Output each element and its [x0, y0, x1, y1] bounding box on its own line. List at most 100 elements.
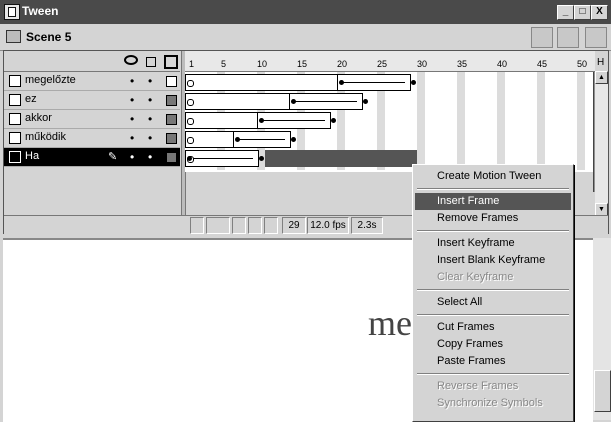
scroll-thumb[interactable]	[594, 370, 611, 412]
frame-rate: 12.0 fps	[307, 217, 349, 234]
modify-markers-icon[interactable]	[264, 217, 278, 234]
menu-item-insert-frame[interactable]: Insert Frame	[415, 193, 571, 210]
layer-row[interactable]: megelőzte • •	[4, 72, 180, 91]
menu-separator	[417, 188, 569, 190]
edit-scene-icon[interactable]	[557, 27, 579, 48]
tween-arrow	[239, 139, 285, 140]
menu-item-cut-frames[interactable]: Cut Frames	[415, 319, 571, 336]
ruler-tick: 1	[189, 59, 195, 69]
frame-column-marker	[577, 72, 585, 170]
timeline-vscroll[interactable]: ▲ ▼	[595, 71, 608, 233]
lock-dot[interactable]: •	[148, 150, 152, 164]
edit-multiple-icon[interactable]	[248, 217, 262, 234]
menu-item-clear-keyframe: Clear Keyframe	[437, 271, 514, 283]
layer-row[interactable]: Ha ✎ • •	[4, 148, 180, 167]
layer-row[interactable]: ez • •	[4, 91, 180, 110]
tween-arrow	[343, 82, 405, 83]
scene-clapper-icon	[6, 30, 21, 43]
eye-icon[interactable]	[124, 55, 138, 65]
minimize-button[interactable]: _	[557, 5, 574, 20]
maximize-button[interactable]: □	[574, 5, 591, 20]
layer-name: működik	[25, 131, 66, 143]
zoom-icon[interactable]	[585, 27, 607, 48]
tween-arrow	[191, 158, 253, 159]
layer-name: megelőzte	[25, 74, 76, 86]
menu-item-paste-frames[interactable]: Paste Frames	[415, 353, 571, 370]
keyframe[interactable]	[339, 80, 344, 85]
keyframe-empty[interactable]	[187, 99, 194, 106]
menu-item-copy-frames[interactable]: Copy Frames	[415, 336, 571, 353]
layer-icon	[9, 113, 21, 125]
visibility-dot[interactable]: •	[130, 93, 134, 107]
onion-outline-icon[interactable]	[232, 217, 246, 234]
visibility-dot[interactable]: •	[130, 74, 134, 88]
keyframe[interactable]	[259, 118, 264, 123]
edit-symbols-icon[interactable]	[531, 27, 553, 48]
outline-square[interactable]	[166, 114, 177, 125]
outline-square[interactable]	[166, 152, 177, 163]
keyframe[interactable]	[363, 99, 368, 104]
title-bar: Tween _ □ X	[0, 0, 611, 24]
keyframe[interactable]	[187, 156, 192, 161]
layer-name: Ha	[25, 150, 40, 162]
center-frame-icon[interactable]	[190, 217, 204, 234]
visibility-dot[interactable]: •	[130, 150, 134, 164]
ruler-tick: 35	[457, 59, 468, 69]
ruler-tick: 5	[221, 59, 227, 69]
onion-skin-icon[interactable]	[206, 217, 230, 234]
scroll-up-icon[interactable]: ▲	[595, 71, 608, 84]
static-frames[interactable]	[185, 74, 339, 91]
ruler-tick: 50	[577, 59, 588, 69]
ruler-tick: 25	[377, 59, 388, 69]
keyframe-empty[interactable]	[187, 137, 194, 144]
lock-dot[interactable]: •	[148, 74, 152, 88]
keyframe[interactable]	[331, 118, 336, 123]
stage-vscroll[interactable]	[593, 238, 611, 420]
ruler-tick: 15	[297, 59, 308, 69]
visibility-dot[interactable]: •	[130, 112, 134, 126]
frame-ruler[interactable]: 1 5 10 15 20 25 30 35 40 45 50	[185, 51, 595, 72]
ruler-tick: 30	[417, 59, 428, 69]
layer-header	[4, 51, 180, 72]
static-frames[interactable]	[185, 93, 291, 110]
keyframe[interactable]	[291, 137, 296, 142]
pencil-icon: ✎	[108, 151, 118, 163]
lock-dot[interactable]: •	[148, 93, 152, 107]
app-icon	[4, 4, 20, 20]
visibility-dot[interactable]: •	[130, 131, 134, 145]
menu-separator	[417, 289, 569, 291]
keyframe-empty[interactable]	[187, 80, 194, 87]
frame-column-marker	[497, 72, 505, 170]
keyframe-empty[interactable]	[187, 118, 194, 125]
close-button[interactable]: X	[591, 5, 608, 20]
layer-row[interactable]: akkor • •	[4, 110, 180, 129]
frame-column-marker	[537, 72, 545, 170]
selected-frames[interactable]	[265, 150, 417, 167]
ruler-tick: 40	[497, 59, 508, 69]
keyframe[interactable]	[291, 99, 296, 104]
layer-row[interactable]: működik • •	[4, 129, 180, 148]
lock-dot[interactable]: •	[148, 131, 152, 145]
static-frames[interactable]	[185, 112, 259, 129]
frames-area[interactable]	[185, 72, 603, 192]
outline-square[interactable]	[166, 95, 177, 106]
frame-context-menu: Create Motion Tween Insert Frame Remove Fr…	[412, 164, 574, 422]
window-title: Tween	[22, 4, 59, 18]
menu-item-select-all[interactable]: Select All	[415, 294, 571, 311]
layer-icon	[9, 94, 21, 106]
frame-column-marker	[457, 72, 465, 170]
keyframe[interactable]	[411, 80, 416, 85]
menu-item-remove-frames[interactable]: Remove Frames	[415, 210, 571, 227]
menu-item-create-motion-tween[interactable]: Create Motion Tween	[415, 168, 571, 185]
outline-icon[interactable]	[164, 55, 178, 69]
outline-square[interactable]	[166, 133, 177, 144]
keyframe[interactable]	[235, 137, 240, 142]
ruler-end-label: H	[597, 57, 605, 68]
keyframe[interactable]	[259, 156, 264, 161]
outline-square[interactable]	[166, 76, 177, 87]
lock-dot[interactable]: •	[148, 112, 152, 126]
menu-item-insert-keyframe[interactable]: Insert Keyframe	[415, 235, 571, 252]
menu-item-insert-blank-keyframe[interactable]: Insert Blank Keyframe	[415, 252, 571, 269]
layer-icon	[9, 151, 21, 163]
lock-icon[interactable]	[146, 57, 156, 67]
